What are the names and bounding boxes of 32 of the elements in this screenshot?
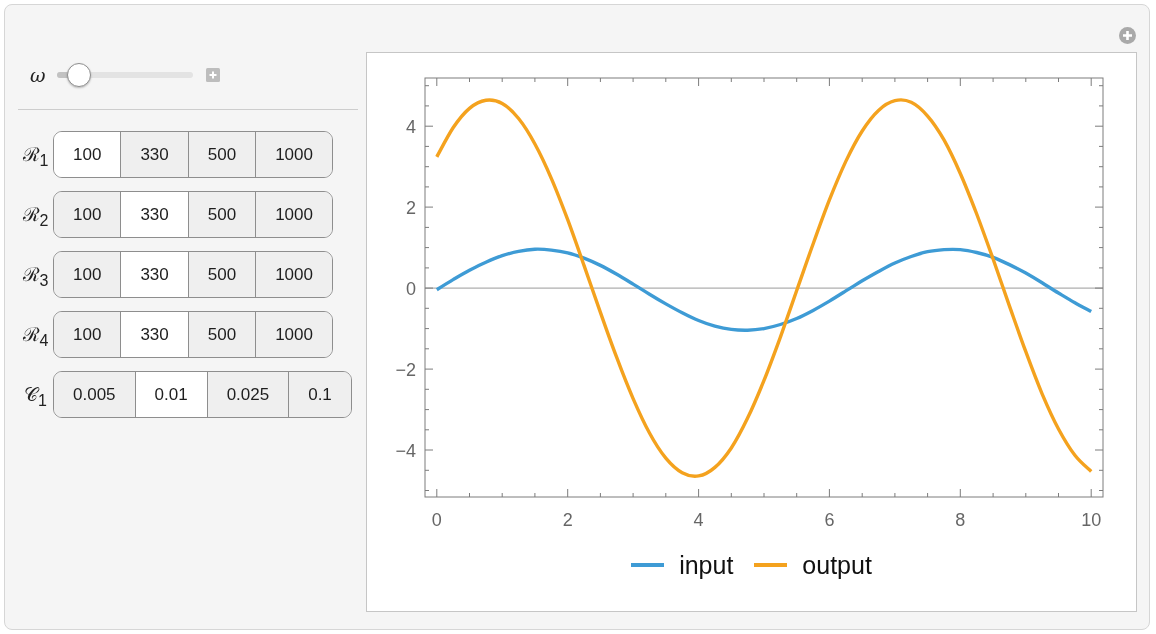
tick-label: −4 xyxy=(395,440,416,461)
variable-label: ℛ$_{3}$ xyxy=(21,262,50,291)
slider-thumb[interactable] xyxy=(67,63,92,87)
tick-label: −2 xyxy=(395,359,416,380)
tick-label: 0 xyxy=(431,510,442,530)
variable-label: ℛ$_{2}$ xyxy=(21,202,50,231)
tick-label: 2 xyxy=(406,197,416,218)
tick-label: 10 xyxy=(1081,510,1102,530)
option-button[interactable]: 1000 xyxy=(255,252,332,297)
tick-label: 4 xyxy=(406,116,416,137)
option-button[interactable]: 100 xyxy=(54,132,121,177)
option-button[interactable]: 330 xyxy=(120,192,188,237)
tick-label: 4 xyxy=(693,510,704,530)
plus-circle-icon[interactable] xyxy=(1119,27,1136,44)
option-button[interactable]: 1000 xyxy=(255,192,332,237)
option-button[interactable]: 1000 xyxy=(255,132,332,177)
option-button[interactable]: 1000 xyxy=(255,312,332,357)
option-button[interactable]: 330 xyxy=(120,252,188,297)
option-button[interactable]: 330 xyxy=(120,312,188,357)
variable-label: ℛ$_{4}$ xyxy=(21,322,50,351)
variable-label: ℛ$_{1}$ xyxy=(21,142,50,171)
slider-label: ω xyxy=(30,64,47,86)
option-button[interactable]: 0.1 xyxy=(288,372,351,417)
legend-label: output xyxy=(802,550,872,580)
option-button[interactable]: 0.01 xyxy=(134,372,207,417)
tick-label: 8 xyxy=(955,510,966,530)
variable-label: 𝒞$_{1}$ xyxy=(23,382,48,411)
legend-label: input xyxy=(679,550,734,580)
tick-label: 6 xyxy=(824,510,835,530)
tick-label: 2 xyxy=(562,510,573,530)
tick-label: 0 xyxy=(406,278,416,299)
plus-icon[interactable] xyxy=(206,68,220,82)
